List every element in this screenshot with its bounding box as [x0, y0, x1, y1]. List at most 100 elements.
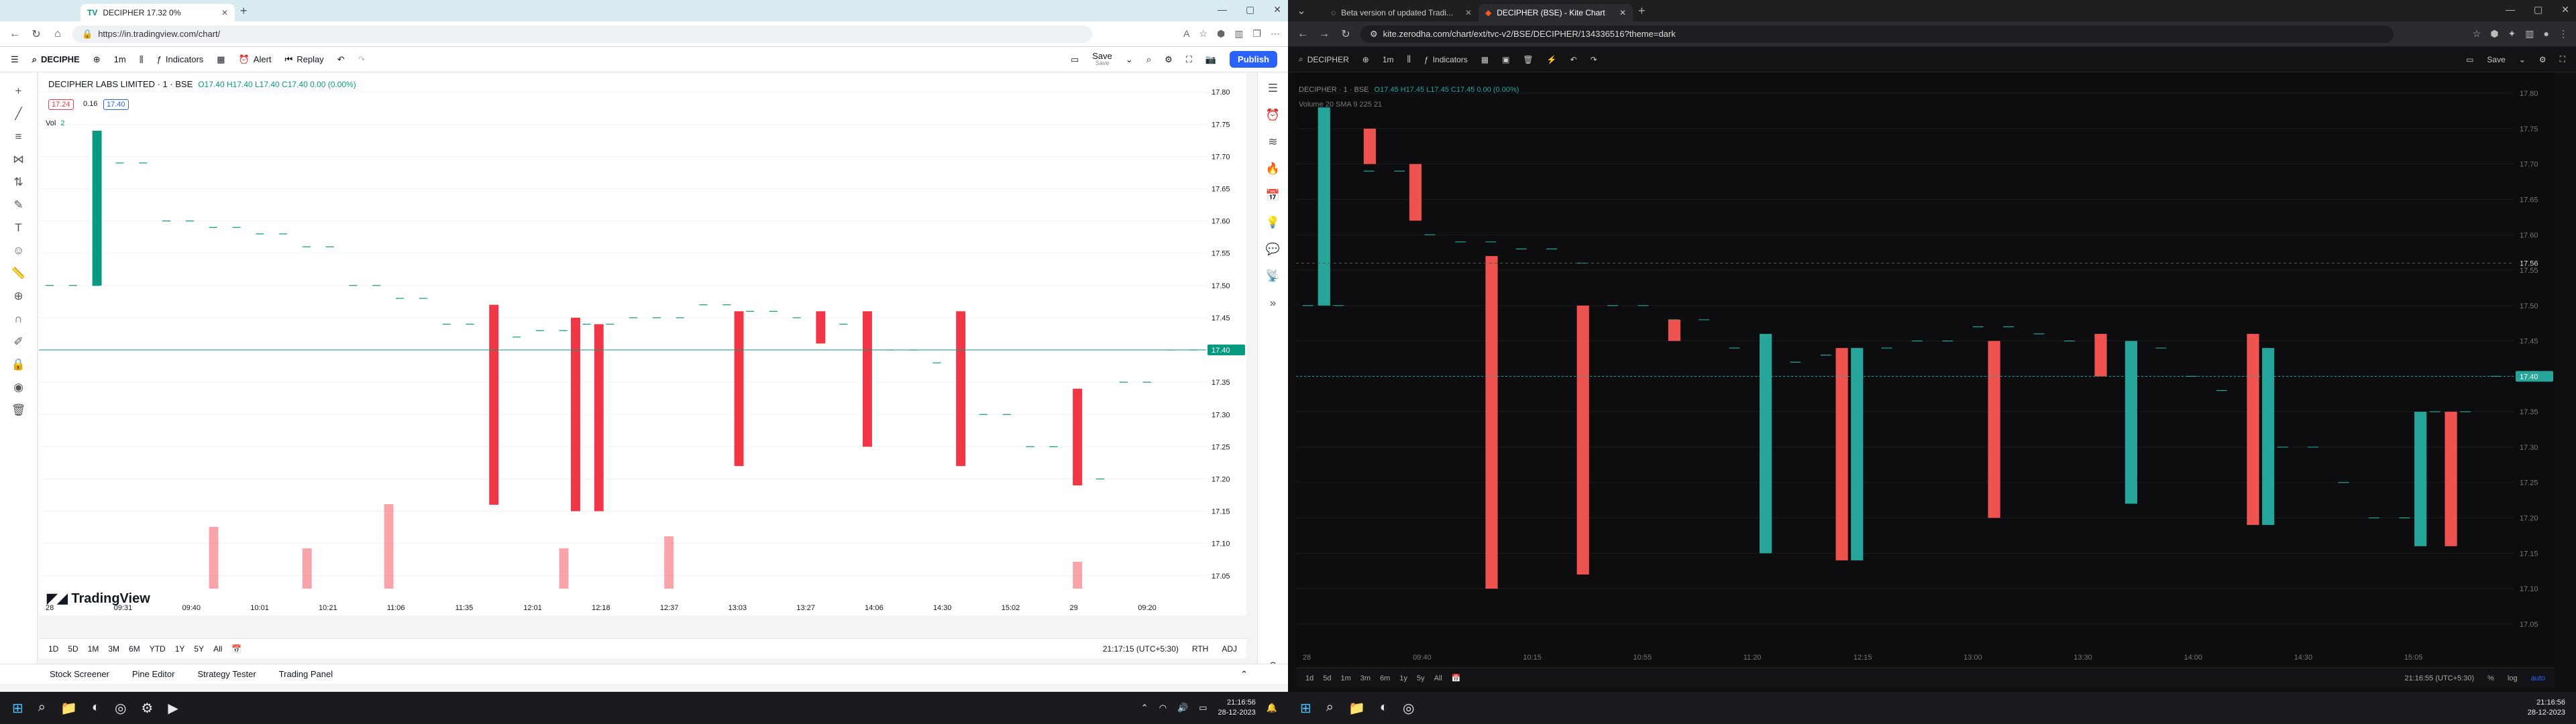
read-aloud-icon[interactable]: A: [1183, 28, 1189, 40]
close-icon[interactable]: ✕: [1465, 8, 1472, 17]
range-1d[interactable]: 1d: [1305, 674, 1313, 682]
layout-icon[interactable]: ▭: [2466, 55, 2473, 64]
symbol-search[interactable]: ⌕ DECIPHE: [32, 54, 80, 65]
percent-toggle[interactable]: %: [2487, 674, 2494, 682]
volume-icon[interactable]: 🔊: [1177, 703, 1188, 713]
windows-start-icon[interactable]: ⊞: [12, 700, 23, 717]
kite-symbol-search[interactable]: ⌕ DECIPHER: [1299, 54, 1349, 64]
chevron-down-icon[interactable]: ⌄: [2519, 55, 2526, 64]
range-5d[interactable]: 5d: [1323, 674, 1331, 682]
quick-search-icon[interactable]: ⌕: [1146, 54, 1151, 65]
new-tab-icon[interactable]: +: [1638, 4, 1646, 18]
browser-tab-beta[interactable]: ◌ Beta version of updated Tradi... ✕: [1324, 4, 1479, 21]
utc-clock[interactable]: 21:16:55 (UTC+5:30): [2404, 674, 2474, 682]
tab-search-icon[interactable]: ⌄: [1295, 4, 1308, 17]
chat-icon[interactable]: 💬: [1266, 243, 1280, 256]
layout-icon[interactable]: ▭: [1071, 54, 1079, 65]
chart-type-icon[interactable]: ⫼: [1407, 54, 1411, 64]
puzzle-icon[interactable]: ✦: [2508, 28, 2516, 40]
edge-browser-icon[interactable]: ◐: [1380, 700, 1388, 717]
save-button[interactable]: Save Save: [1092, 52, 1112, 67]
undo-icon[interactable]: ↶: [337, 54, 345, 65]
trash-icon[interactable]: 🗑: [1523, 55, 1533, 64]
range-1d[interactable]: 1D: [48, 644, 58, 654]
range-1m[interactable]: 1m: [1341, 674, 1351, 682]
camera-icon[interactable]: 📷: [1205, 54, 1216, 65]
url-field[interactable]: 🔒 https://in.tradingview.com/chart/: [72, 25, 1092, 43]
collapse-panel-icon[interactable]: ⌃: [1240, 669, 1288, 680]
chevron-down-icon[interactable]: ⌄: [1126, 54, 1133, 65]
maximize-icon[interactable]: ▢: [1246, 4, 1254, 15]
interval-button[interactable]: 1m: [114, 54, 126, 64]
close-icon[interactable]: ✕: [221, 8, 228, 17]
ideas-bulb-icon[interactable]: 💡: [1266, 216, 1280, 229]
alerts-clock-icon[interactable]: ⏰: [1266, 109, 1280, 122]
chart-type-icon[interactable]: ⫼: [140, 54, 144, 65]
range-6m[interactable]: 6m: [1380, 674, 1390, 682]
tab-trading-panel[interactable]: Trading Panel: [279, 669, 333, 679]
windows-start-icon[interactable]: ⊞: [1300, 700, 1311, 717]
close-icon[interactable]: ✕: [1619, 8, 1626, 17]
pattern-icon[interactable]: ⋈: [13, 153, 24, 166]
more-icon[interactable]: ⋮: [2559, 28, 2568, 40]
extension-icon[interactable]: ⬢: [2490, 28, 2498, 40]
log-toggle[interactable]: log: [2508, 674, 2518, 682]
rth-toggle[interactable]: RTH: [1192, 644, 1208, 654]
goto-date-icon[interactable]: 📅: [1452, 674, 1461, 682]
trend-line-icon[interactable]: ╱: [15, 107, 21, 121]
close-window-icon[interactable]: ✕: [2561, 4, 2569, 15]
candlestick-chart-svg[interactable]: 17.80 17.75 17.70 17.65 17.60 17.55 17.50 17.45…: [39, 72, 1246, 615]
save-button[interactable]: Save: [2487, 55, 2505, 64]
hotlist-icon[interactable]: 🔥: [1266, 162, 1280, 176]
range-5y[interactable]: 5y: [1417, 674, 1425, 682]
calendar-icon[interactable]: 📅: [1266, 189, 1280, 202]
bookmark-star-icon[interactable]: ☆: [2473, 28, 2481, 40]
redo-icon[interactable]: ↷: [1591, 55, 1597, 64]
interval-button[interactable]: 1m: [1383, 55, 1394, 64]
compare-icon[interactable]: ⊕: [93, 54, 101, 65]
media-player-icon[interactable]: ▶: [168, 700, 178, 717]
battery-icon[interactable]: ▭: [1199, 703, 1207, 713]
reload-icon[interactable]: ↻: [1339, 27, 1352, 41]
maximize-icon[interactable]: ▢: [2534, 4, 2542, 15]
fib-icon[interactable]: ≡: [15, 130, 22, 143]
templates-icon[interactable]: ▦: [1481, 55, 1489, 64]
range-all[interactable]: All: [1434, 674, 1442, 682]
chrome-icon[interactable]: ◎: [115, 700, 126, 717]
publish-button[interactable]: Publish: [1230, 51, 1277, 68]
templates-icon[interactable]: ▦: [217, 54, 225, 65]
stay-drawing-icon[interactable]: ✐: [13, 335, 23, 349]
watchlist-icon[interactable]: ☰: [1268, 82, 1278, 95]
fullscreen-icon[interactable]: ⛶: [1186, 54, 1192, 65]
replay-button[interactable]: ⏮ Replay: [285, 54, 324, 65]
close-window-icon[interactable]: ✕: [1273, 4, 1281, 15]
data-window-icon[interactable]: ≋: [1268, 135, 1277, 149]
minimize-icon[interactable]: —: [1218, 4, 1227, 15]
crosshair-icon[interactable]: +: [15, 84, 22, 98]
range-1y[interactable]: 1Y: [175, 644, 185, 654]
home-icon[interactable]: ⌂: [51, 28, 64, 40]
lock-drawings-icon[interactable]: 🔒: [11, 358, 25, 371]
menu-icon[interactable]: ☰: [11, 54, 19, 65]
collections-icon[interactable]: ❐: [1252, 28, 1261, 40]
back-icon[interactable]: ←: [1296, 28, 1309, 40]
reload-icon[interactable]: ↻: [30, 27, 43, 41]
range-1m[interactable]: 1M: [88, 644, 99, 654]
alert-button[interactable]: ⏰ Alert: [239, 54, 272, 65]
trash-icon[interactable]: 🗑: [11, 404, 26, 417]
magnet-icon[interactable]: ∩: [14, 312, 22, 326]
broadcast-icon[interactable]: 📡: [1266, 269, 1280, 283]
range-3m[interactable]: 3m: [1360, 674, 1371, 682]
file-explorer-icon[interactable]: 📁: [1348, 700, 1365, 717]
zoom-icon[interactable]: ⊕: [13, 290, 23, 303]
fullscreen-icon[interactable]: ⛶: [2560, 54, 2565, 64]
tab-strategy-tester[interactable]: Strategy Tester: [197, 669, 256, 679]
profile-avatar-icon[interactable]: ●: [2544, 28, 2549, 40]
taskbar-search-icon[interactable]: ⌕: [1326, 700, 1334, 717]
chrome-icon[interactable]: ◎: [1403, 700, 1414, 717]
taskbar-search-icon[interactable]: ⌕: [38, 700, 46, 717]
settings-app-icon[interactable]: ⚙: [141, 700, 153, 717]
main-chart[interactable]: 17.80 17.75 17.70 17.65 17.60 17.55 17.50 17.45…: [39, 72, 1246, 615]
adj-toggle[interactable]: ADJ: [1222, 644, 1237, 654]
extension-icon[interactable]: ⬢: [1217, 28, 1225, 40]
